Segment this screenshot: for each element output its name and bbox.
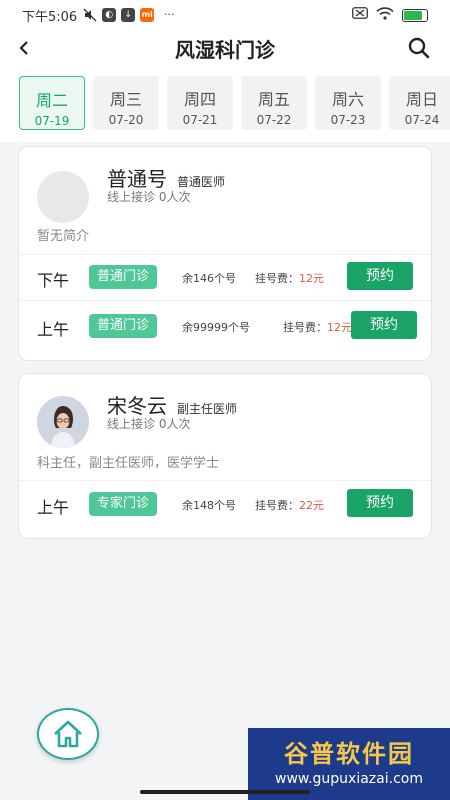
doctor-title: 副主任医师 bbox=[177, 402, 238, 416]
date-value: 07-24 bbox=[404, 113, 440, 127]
schedule-period: 上午 bbox=[37, 498, 70, 517]
schedule-row: 上午 普通门诊 余99999个号 挂号费：12元 预约 bbox=[19, 304, 431, 348]
date-selector: 周二 07-19 周三 07-20 周四 07-21 周五 07-22 周六 0… bbox=[0, 66, 450, 142]
registration-fee: 挂号费：22元 bbox=[255, 497, 324, 513]
online-consult-count: 线上接诊 0人次 bbox=[107, 417, 191, 431]
date-value: 07-22 bbox=[256, 113, 292, 127]
doctor-card[interactable]: 普通号 普通医师 线上接诊 0人次 暂无简介 下午 普通门诊 余146个号 挂号费… bbox=[18, 146, 432, 361]
fee-label: 挂号费： bbox=[283, 321, 327, 334]
date-weekday: 周日 bbox=[405, 90, 438, 109]
watermark-main: 谷普软件园 bbox=[284, 740, 414, 768]
date-weekday: 周三 bbox=[109, 90, 142, 109]
fee-label: 挂号费： bbox=[255, 272, 299, 285]
registration-fee: 挂号费：12元 bbox=[255, 270, 324, 286]
chevron-left-icon[interactable] bbox=[12, 34, 40, 62]
more-dots-icon: ··· bbox=[163, 8, 175, 21]
doctor-intro: 暂无简介 bbox=[37, 229, 90, 244]
date-value: 07-19 bbox=[34, 114, 70, 128]
app-icon: ◐ bbox=[102, 8, 117, 22]
schedule-period: 上午 bbox=[37, 320, 70, 339]
wifi-icon bbox=[376, 6, 394, 24]
mute-icon bbox=[83, 8, 97, 22]
download-icon: ↓ bbox=[121, 8, 136, 22]
avatar bbox=[37, 171, 89, 223]
date-tab-6[interactable]: 周日 07-24 bbox=[389, 76, 450, 130]
date-tab-3[interactable]: 周四 07-21 bbox=[167, 76, 233, 130]
date-tab-2[interactable]: 周三 07-20 bbox=[93, 76, 159, 130]
schedule-row: 下午 普通门诊 余146个号 挂号费：12元 预约 bbox=[19, 255, 431, 299]
date-weekday: 周五 bbox=[257, 90, 290, 109]
home-button[interactable] bbox=[37, 708, 99, 760]
schedule-period: 下午 bbox=[37, 271, 70, 290]
book-button[interactable]: 预约 bbox=[347, 262, 413, 290]
avatar bbox=[37, 396, 89, 448]
schedule-row: 上午 专家门诊 余148个号 挂号费：22元 预约 bbox=[19, 482, 431, 526]
date-tab-1[interactable]: 周二 07-19 bbox=[19, 76, 85, 130]
watermark-url: www.gupuxiazai.com bbox=[275, 771, 423, 787]
online-consult-count: 线上接诊 0人次 bbox=[107, 190, 191, 204]
divider bbox=[19, 480, 431, 481]
remaining-slots: 余99999个号 bbox=[182, 321, 250, 334]
fee-label: 挂号费： bbox=[255, 499, 299, 512]
fee-price: 12元 bbox=[327, 321, 352, 334]
doctor-photo bbox=[37, 396, 89, 448]
home-icon bbox=[54, 720, 82, 748]
battery-icon bbox=[402, 8, 428, 22]
clinic-type-badge: 专家门诊 bbox=[89, 492, 158, 516]
fee-price: 12元 bbox=[299, 272, 324, 285]
sim-icon bbox=[352, 7, 368, 23]
fee-price: 22元 bbox=[299, 499, 324, 512]
date-value: 07-21 bbox=[182, 113, 218, 127]
date-weekday: 周四 bbox=[183, 90, 216, 109]
registration-fee: 挂号费：12元 bbox=[283, 319, 352, 335]
doctor-title: 普通医师 bbox=[177, 175, 226, 189]
doctor-intro: 科主任，副主任医师，医学学士 bbox=[37, 456, 220, 471]
date-value: 07-20 bbox=[108, 113, 144, 127]
mi-icon: mi bbox=[140, 8, 155, 22]
header: 风湿科门诊 bbox=[0, 30, 450, 66]
date-weekday: 周六 bbox=[331, 90, 364, 109]
clinic-type-badge: 普通门诊 bbox=[89, 265, 158, 289]
book-button[interactable]: 预约 bbox=[351, 311, 417, 339]
doctor-card[interactable]: 宋冬云 副主任医师 线上接诊 0人次 科主任，副主任医师，医学学士 上午 专家门诊… bbox=[18, 373, 432, 539]
clinic-type-badge: 普通门诊 bbox=[89, 314, 158, 338]
date-weekday: 周二 bbox=[35, 91, 68, 110]
date-tab-5[interactable]: 周六 07-23 bbox=[315, 76, 381, 130]
page-title: 风湿科门诊 bbox=[175, 37, 275, 62]
book-button[interactable]: 预约 bbox=[347, 489, 413, 517]
status-bar: 下午5:06 ◐ ↓ mi ··· bbox=[0, 0, 450, 30]
search-icon[interactable] bbox=[406, 35, 432, 61]
remaining-slots: 余148个号 bbox=[182, 499, 236, 512]
date-tab-4[interactable]: 周五 07-22 bbox=[241, 76, 307, 130]
remaining-slots: 余146个号 bbox=[182, 272, 236, 285]
divider bbox=[19, 300, 431, 301]
status-time: 下午5:06 bbox=[22, 9, 78, 25]
home-indicator[interactable] bbox=[140, 790, 310, 794]
date-value: 07-23 bbox=[330, 113, 366, 127]
